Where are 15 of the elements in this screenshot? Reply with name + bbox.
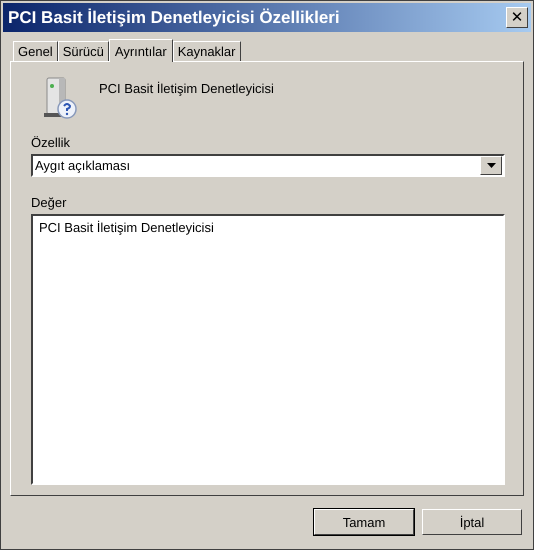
- value-list[interactable]: PCI Basit İletişim Denetleyicisi: [31, 214, 505, 485]
- value-item[interactable]: PCI Basit İletişim Denetleyicisi: [39, 220, 214, 235]
- tab[interactable]: Ayrıntılar: [108, 39, 173, 62]
- dialog-button[interactable]: Tamam: [314, 509, 414, 535]
- computer-question-icon: [43, 76, 77, 120]
- dialog-button[interactable]: İptal: [422, 509, 522, 535]
- tab[interactable]: Genel: [13, 41, 58, 61]
- tab[interactable]: Sürücü: [58, 41, 109, 61]
- tab[interactable]: Kaynaklar: [172, 41, 240, 61]
- device-name: PCI Basit İletişim Denetleyicisi: [99, 81, 274, 96]
- property-dropdown[interactable]: Aygıt açıklaması: [31, 154, 505, 177]
- window-title: PCI Basit İletişim Denetleyicisi Özellikleri: [8, 8, 340, 28]
- value-label: Değer: [31, 195, 68, 210]
- property-label: Özellik: [31, 135, 72, 150]
- close-button[interactable]: ✕: [506, 7, 528, 28]
